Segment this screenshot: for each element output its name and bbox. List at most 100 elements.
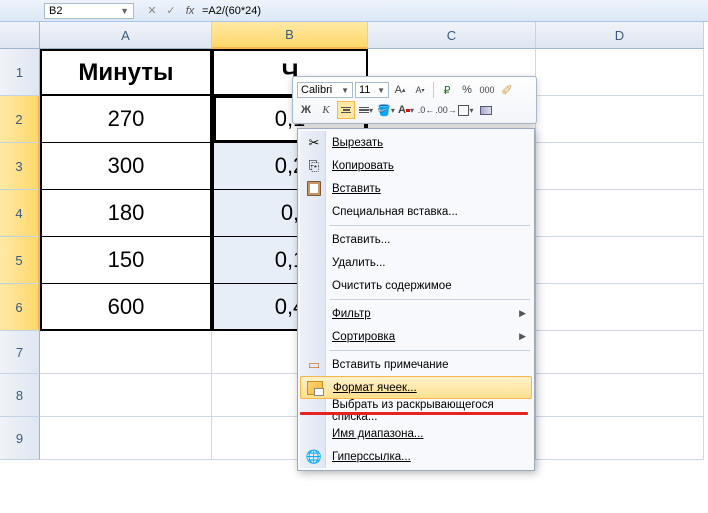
- ctx-format-label: Формат ячеек...: [333, 382, 525, 394]
- submenu-arrow-icon: ▶: [519, 331, 526, 342]
- mini-toolbar: Calibri ▼ 11 ▼ A▴ A▾ ₽ % 000 ✐ Ж К ▾ 🪣▾ …: [292, 76, 537, 124]
- row-header-8[interactable]: 8: [0, 374, 40, 417]
- mini-size-select[interactable]: 11 ▼: [355, 82, 389, 98]
- ctx-sort-label: Сортировка: [332, 331, 519, 343]
- chevron-down-icon: ▼: [377, 86, 385, 95]
- paste-icon: [302, 179, 326, 199]
- row-header-9[interactable]: 9: [0, 417, 40, 460]
- row-header-2[interactable]: 2: [0, 96, 40, 143]
- ctx-paste-label: Вставить: [332, 183, 526, 195]
- fx-icon[interactable]: fx: [182, 3, 198, 19]
- increase-decimal-icon[interactable]: .00→: [437, 101, 455, 119]
- context-menu-sep: [330, 350, 530, 351]
- ctx-pick-from-list[interactable]: Выбрать из раскрывающегося списка...: [300, 399, 532, 422]
- cell-a9[interactable]: [40, 417, 212, 460]
- formula-input[interactable]: =A2/(60*24): [198, 5, 704, 17]
- ctx-paste-special[interactable]: Специальная вставка...: [300, 200, 532, 223]
- row-header-7[interactable]: 7: [0, 331, 40, 374]
- row-header-6[interactable]: 6: [0, 284, 40, 331]
- cell-d4[interactable]: [536, 190, 704, 237]
- ctx-delete[interactable]: Удалить...: [300, 251, 532, 274]
- increase-font-icon[interactable]: A▴: [391, 81, 409, 99]
- ctx-insert-label: Вставить...: [332, 234, 526, 246]
- fill-color-button[interactable]: 🪣▾: [377, 101, 395, 119]
- row-header-1[interactable]: 1: [0, 49, 40, 96]
- col-header-a[interactable]: A: [40, 22, 212, 49]
- ctx-delete-label: Удалить...: [332, 257, 526, 269]
- context-menu-sep: [330, 299, 530, 300]
- borders-button[interactable]: ▾: [457, 101, 475, 119]
- ctx-copy-label: Копировать: [332, 160, 526, 172]
- toolbar-sep: [433, 82, 434, 98]
- bold-button[interactable]: Ж: [297, 101, 315, 119]
- ctx-copy[interactable]: ⎘ Копировать: [300, 154, 532, 177]
- cell-d7[interactable]: [536, 331, 704, 374]
- cancel-formula-icon[interactable]: ✕: [144, 3, 160, 19]
- italic-button[interactable]: К: [317, 101, 335, 119]
- mini-font-select[interactable]: Calibri ▼: [297, 82, 353, 98]
- cell-d8[interactable]: [536, 374, 704, 417]
- format-cells-icon: [303, 378, 327, 398]
- cell-a4[interactable]: 180: [40, 190, 212, 237]
- globe-icon: 🌐: [302, 447, 326, 467]
- align-button[interactable]: ▾: [357, 101, 375, 119]
- col-header-d[interactable]: D: [536, 22, 704, 49]
- ctx-dropdown-label: Выбрать из раскрывающегося списка...: [332, 399, 526, 423]
- cell-a1[interactable]: Минуты: [40, 49, 212, 96]
- cell-a5[interactable]: 150: [40, 237, 212, 284]
- ctx-sort[interactable]: Сортировка ▶: [300, 325, 532, 348]
- cell-a8[interactable]: [40, 374, 212, 417]
- cell-d2[interactable]: [536, 96, 704, 143]
- decrease-decimal-icon[interactable]: .0←: [417, 101, 435, 119]
- currency-icon[interactable]: ₽: [438, 81, 456, 99]
- ctx-filter-label: Фильтр: [332, 308, 519, 320]
- cell-d9[interactable]: [536, 417, 704, 460]
- ctx-format-cells[interactable]: Формат ячеек...: [300, 376, 532, 399]
- percent-icon[interactable]: %: [458, 81, 476, 99]
- scissors-icon: ✂: [302, 133, 326, 153]
- row-header-4[interactable]: 4: [0, 190, 40, 237]
- chevron-down-icon: ▼: [341, 86, 349, 95]
- col-header-c[interactable]: C: [368, 22, 536, 49]
- context-menu: ✂ Вырезать ⎘ Копировать Вставить Специал…: [297, 128, 535, 471]
- font-color-button[interactable]: A▾: [397, 101, 415, 119]
- row-header-3[interactable]: 3: [0, 143, 40, 190]
- ctx-paste[interactable]: Вставить: [300, 177, 532, 200]
- decrease-font-icon[interactable]: A▾: [411, 81, 429, 99]
- ctx-insert[interactable]: Вставить...: [300, 228, 532, 251]
- merge-icon: [480, 106, 492, 115]
- format-painter-icon[interactable]: ✐: [498, 81, 516, 99]
- cell-d3[interactable]: [536, 143, 704, 190]
- cell-a6[interactable]: 600: [40, 284, 212, 331]
- mini-size-value: 11: [359, 84, 370, 96]
- cell-a3[interactable]: 300: [40, 143, 212, 190]
- cell-a2[interactable]: 270: [40, 96, 212, 143]
- submenu-arrow-icon: ▶: [519, 308, 526, 319]
- ctx-insert-comment[interactable]: ▭ Вставить примечание: [300, 353, 532, 376]
- ctx-filter[interactable]: Фильтр ▶: [300, 302, 532, 325]
- cell-a7[interactable]: [40, 331, 212, 374]
- copy-icon: ⎘: [302, 156, 326, 176]
- formula-controls: ✕ ✓ fx: [144, 3, 198, 19]
- name-box-dropdown-icon[interactable]: ▼: [120, 6, 129, 16]
- col-header-b[interactable]: B: [212, 22, 368, 49]
- ctx-name-range[interactable]: Имя диапазона...: [300, 422, 532, 445]
- ctx-clear[interactable]: Очистить содержимое: [300, 274, 532, 297]
- cell-d5[interactable]: [536, 237, 704, 284]
- annotation-underline: [300, 412, 528, 415]
- cell-d1[interactable]: [536, 49, 704, 96]
- ctx-hyperlink[interactable]: 🌐 Гиперссылка...: [300, 445, 532, 468]
- thousands-icon[interactable]: 000: [478, 81, 496, 99]
- row-header-5[interactable]: 5: [0, 237, 40, 284]
- select-all-corner[interactable]: [0, 22, 40, 49]
- ctx-comment-label: Вставить примечание: [332, 359, 526, 371]
- cell-d6[interactable]: [536, 284, 704, 331]
- align-center-button[interactable]: [337, 101, 355, 119]
- ctx-cut[interactable]: ✂ Вырезать: [300, 131, 532, 154]
- accept-formula-icon[interactable]: ✓: [163, 3, 179, 19]
- name-box[interactable]: B2 ▼: [44, 3, 134, 19]
- context-menu-sep: [330, 225, 530, 226]
- mini-font-value: Calibri: [301, 84, 332, 96]
- name-box-value: B2: [49, 5, 62, 17]
- merge-button[interactable]: [477, 101, 495, 119]
